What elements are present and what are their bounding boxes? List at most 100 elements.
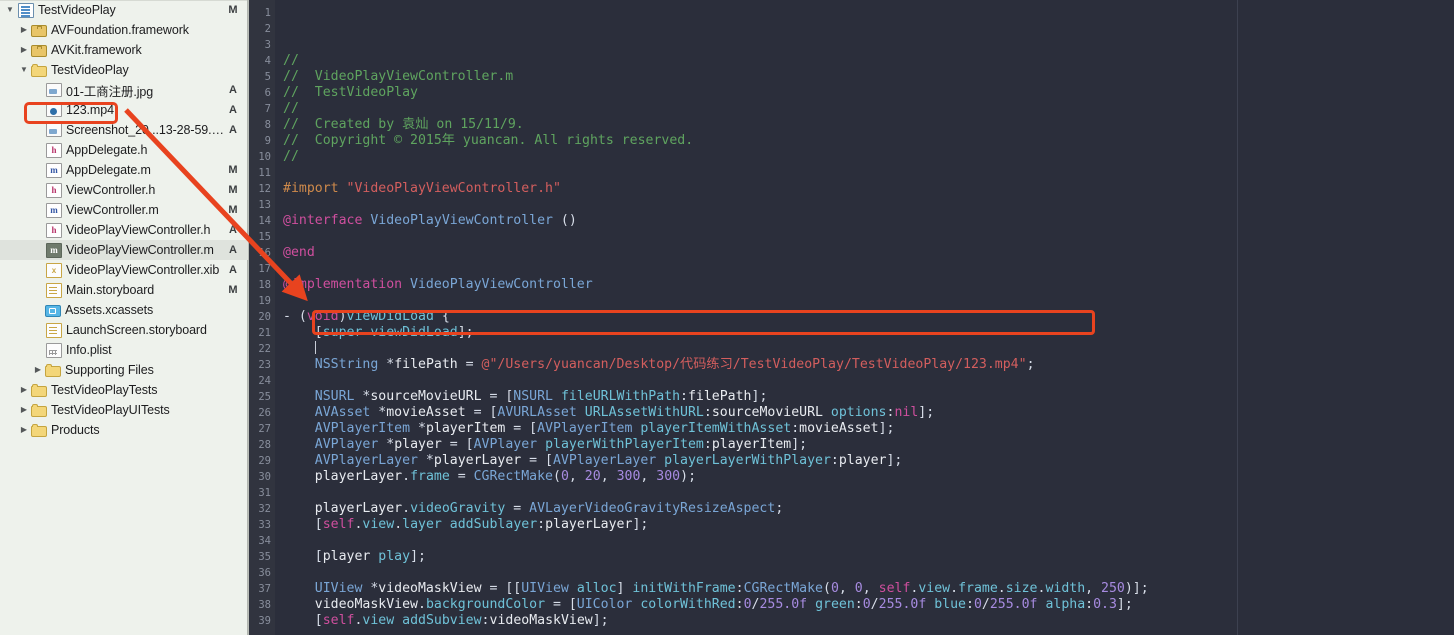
navigator-row[interactable]: ▼ TestVideoPlay [0, 60, 248, 80]
line-number: 13 [258, 199, 271, 211]
navigator-row-status-badge: M [228, 4, 238, 16]
project-navigator[interactable]: ▼ TestVideoPlay M ▶ AVFoundation.framework ▶ A… [0, 0, 249, 635]
navigator-row[interactable]: ▶hViewController.hM [0, 180, 248, 200]
navigator-row-label: AVFoundation.framework [51, 23, 189, 37]
line-number: 26 [258, 407, 271, 419]
navigator-row[interactable]: ▶Screenshot_20...13-28-59.jpegA [0, 120, 248, 140]
code-line[interactable]: @end [283, 245, 1454, 261]
code-line[interactable] [283, 533, 1454, 549]
navigator-row[interactable]: ▶Info.plist [0, 340, 248, 360]
navigator-row[interactable]: ▶123.mp4A [0, 100, 248, 120]
chevron-right-icon[interactable]: ▶ [18, 400, 30, 420]
navigator-row[interactable]: ▶hVideoPlayViewController.hA [0, 220, 248, 240]
navigator-row[interactable]: ▶ Supporting Files [0, 360, 248, 380]
line-number: 36 [258, 567, 271, 579]
navigator-row-status-badge: M [228, 184, 238, 196]
framework-icon [31, 25, 47, 37]
implementation-file-icon: m [46, 242, 62, 258]
navigator-row[interactable]: ▶LaunchScreen.storyboard [0, 320, 248, 340]
code-line[interactable]: UIView *videoMaskView = [[UIView alloc] … [283, 581, 1454, 597]
navigator-row[interactable]: ▶Main.storyboardM [0, 280, 248, 300]
navigator-row[interactable]: ▶mAppDelegate.mM [0, 160, 248, 180]
line-number: 23 [258, 359, 271, 371]
code-line[interactable]: - (void)viewDidLoad { [283, 309, 1454, 325]
code-line[interactable]: // TestVideoPlay [283, 85, 1454, 101]
navigator-row[interactable]: ▶hAppDelegate.h [0, 140, 248, 160]
folder-icon [31, 384, 47, 397]
navigator-row[interactable]: ▶ TestVideoPlayUITests [0, 400, 248, 420]
chevron-right-icon[interactable]: ▶ [18, 380, 30, 400]
code-line[interactable] [283, 229, 1454, 245]
navigator-row[interactable]: ▶ AVKit.framework [0, 40, 248, 60]
line-number: 15 [258, 231, 271, 243]
code-line[interactable] [283, 373, 1454, 389]
code-line[interactable]: #import "VideoPlayViewController.h" [283, 181, 1454, 197]
code-line[interactable]: [super viewDidLoad]; [283, 325, 1454, 341]
navigator-row-label: AppDelegate.h [66, 143, 148, 157]
code-line[interactable]: AVAsset *movieAsset = [AVURLAsset URLAss… [283, 405, 1454, 421]
code-line[interactable]: [self.view.layer addSublayer:playerLayer… [283, 517, 1454, 533]
code-line[interactable]: playerLayer.videoGravity = AVLayerVideoG… [283, 501, 1454, 517]
code-line[interactable]: // VideoPlayViewController.m [283, 69, 1454, 85]
chevron-down-icon[interactable]: ▼ [4, 0, 16, 20]
code-line[interactable] [283, 165, 1454, 181]
code-line[interactable] [283, 565, 1454, 581]
navigator-row-label: VideoPlayViewController.m [66, 243, 214, 257]
line-number: 14 [258, 215, 271, 227]
line-number: 34 [258, 535, 271, 547]
navigator-row-status-badge: A [229, 264, 237, 276]
navigator-row-label: ViewController.m [66, 203, 159, 217]
code-line[interactable] [283, 341, 1454, 357]
chevron-right-icon[interactable]: ▶ [18, 420, 30, 440]
code-line[interactable] [283, 485, 1454, 501]
navigator-row-label: 01-工商注册.jpg [66, 84, 154, 99]
code-line[interactable]: playerLayer.frame = CGRectMake(0, 20, 30… [283, 469, 1454, 485]
navigator-row[interactable]: ▶mViewController.mM [0, 200, 248, 220]
header-file-icon: h [46, 142, 62, 158]
navigator-row[interactable]: ▼ TestVideoPlay M [0, 0, 248, 20]
code-line[interactable]: NSString *filePath = @"/Users/yuancan/De… [283, 357, 1454, 373]
code-line[interactable]: NSURL *sourceMovieURL = [NSURL fileURLWi… [283, 389, 1454, 405]
navigator-row[interactable]: ▶ AVFoundation.framework [0, 20, 248, 40]
code-line[interactable] [283, 261, 1454, 277]
code-line[interactable]: @implementation VideoPlayViewController [283, 277, 1454, 293]
code-line[interactable]: // Copyright © 2015年 yuancan. All rights… [283, 133, 1454, 149]
header-file-icon: h [46, 182, 62, 198]
code-line[interactable]: // [283, 101, 1454, 117]
navigator-row[interactable]: ▶ TestVideoPlayTests [0, 380, 248, 400]
navigator-row[interactable]: ▶01-工商注册.jpgA [0, 80, 248, 100]
line-number: 37 [258, 583, 271, 595]
code-line[interactable]: AVPlayerLayer *playerLayer = [AVPlayerLa… [283, 453, 1454, 469]
line-number: 12 [258, 183, 271, 195]
code-line[interactable] [283, 293, 1454, 309]
chevron-right-icon[interactable]: ▶ [32, 360, 44, 380]
chevron-right-icon[interactable]: ▶ [18, 20, 30, 40]
navigator-row-label: LaunchScreen.storyboard [66, 323, 207, 337]
navigator-row[interactable]: ▶xVideoPlayViewController.xibA [0, 260, 248, 280]
navigator-row-label: Supporting Files [65, 363, 154, 377]
navigator-row-status-badge: M [228, 204, 238, 216]
code-line[interactable]: [self.view addSubview:videoMaskView]; [283, 613, 1454, 629]
code-line[interactable]: videoMaskView.backgroundColor = [UIColor… [283, 597, 1454, 613]
chevron-down-icon[interactable]: ▼ [18, 60, 30, 80]
chevron-right-icon[interactable]: ▶ [18, 40, 30, 60]
code-line[interactable] [283, 197, 1454, 213]
code-line[interactable]: // [283, 53, 1454, 69]
image-file-icon [46, 123, 62, 137]
navigator-row[interactable]: ▶mVideoPlayViewController.mA [0, 240, 248, 260]
code-line[interactable] [283, 629, 1454, 635]
code-line[interactable]: @interface VideoPlayViewController () [283, 213, 1454, 229]
code-line[interactable]: [player play]; [283, 549, 1454, 565]
navigator-row[interactable]: ▶Assets.xcassets [0, 300, 248, 320]
navigator-row[interactable]: ▶ Products [0, 420, 248, 440]
image-file-icon [46, 83, 62, 97]
header-file-icon: h [46, 222, 62, 238]
navigator-row-label: VideoPlayViewController.xib [66, 263, 220, 277]
code-text[interactable]: //// VideoPlayViewController.m// TestVid… [275, 0, 1454, 635]
code-line[interactable]: // [283, 149, 1454, 165]
navigator-row-status-badge: A [229, 124, 237, 136]
code-line[interactable]: AVPlayerItem *playerItem = [AVPlayerItem… [283, 421, 1454, 437]
code-line[interactable]: AVPlayer *player = [AVPlayer playerWithP… [283, 437, 1454, 453]
code-line[interactable]: // Created by 袁灿 on 15/11/9. [283, 117, 1454, 133]
source-code-editor[interactable]: 1 2 3 4 5 6 7 8 9 10 11 12 13 14 15 16 17 18 19 20 21 22 23 24 2… [249, 0, 1454, 635]
